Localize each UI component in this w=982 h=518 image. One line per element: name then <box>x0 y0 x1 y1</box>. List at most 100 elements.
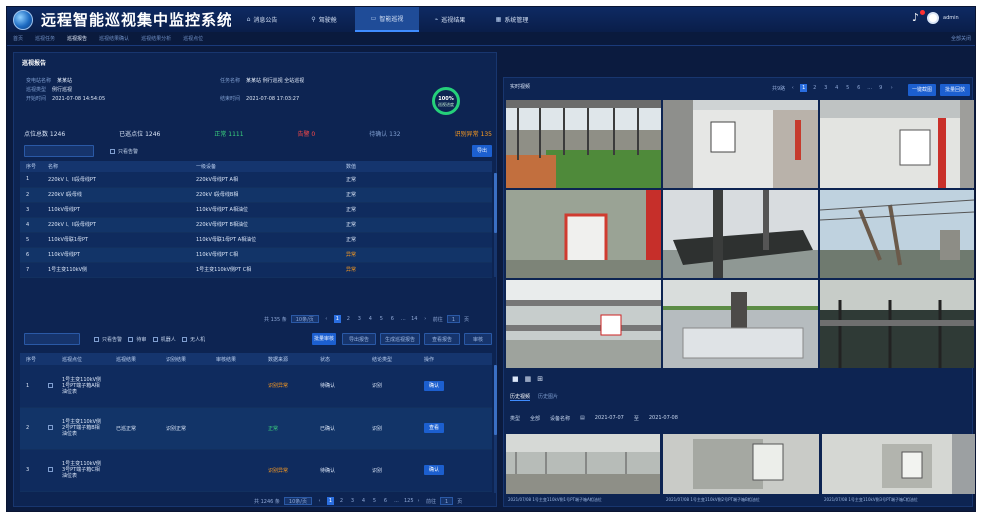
page-number[interactable]: 5 <box>378 315 385 323</box>
camera-feed-6[interactable] <box>820 190 974 278</box>
page-size-select[interactable]: 10条/页 <box>283 497 312 505</box>
tab-home[interactable]: 首页 <box>7 32 29 46</box>
scroll-thumb[interactable] <box>494 173 497 233</box>
view-report-button[interactable]: 查看报告 <box>424 333 460 345</box>
page-number[interactable]: 4 <box>360 497 367 505</box>
jump-input[interactable]: 1 <box>439 497 454 505</box>
checkbox[interactable] <box>48 467 53 472</box>
row-checkbox[interactable] <box>42 365 56 408</box>
nav-item-cockpit[interactable]: ⚲ 驾驶舱 <box>293 7 355 32</box>
checkbox[interactable] <box>128 337 134 342</box>
grid-1-icon[interactable]: ■ <box>512 375 519 383</box>
tab-history-image[interactable]: 历史图片 <box>538 393 558 401</box>
next-page[interactable]: › <box>415 497 422 505</box>
table-row[interactable]: 1 1号主变110kV侧1号PT端子箱A相油位表 识别异常 待确认 识别 确认 <box>20 365 492 408</box>
filter-tab[interactable] <box>24 145 94 157</box>
camera-feed-7[interactable] <box>506 280 661 368</box>
page-number[interactable]: 1 <box>326 497 334 505</box>
checkbox[interactable] <box>94 337 99 342</box>
checkbox[interactable] <box>152 337 158 342</box>
page-number[interactable]: 5 <box>844 84 851 92</box>
bell-icon[interactable]: ♪ <box>912 10 925 24</box>
checkbox[interactable] <box>48 425 53 430</box>
nav-item-announcements[interactable]: ⌂ 消息公告 <box>231 7 293 32</box>
camera-feed-2[interactable] <box>663 100 818 188</box>
page-number[interactable]: 1 <box>333 315 341 323</box>
camera-feed-3[interactable] <box>820 100 974 188</box>
confirm-button[interactable]: 确认 <box>424 380 444 391</box>
table-row[interactable]: 6 110kV母线PT 110kV母线PT C相 异常 <box>20 247 492 263</box>
device-label[interactable]: 设备名称 <box>550 415 570 422</box>
calendar-icon[interactable]: ▤ <box>580 415 585 422</box>
export-button[interactable]: 导出 <box>472 145 492 157</box>
jump-input[interactable]: 1 <box>446 315 460 323</box>
page-number[interactable]: 3 <box>356 315 363 323</box>
grid-4-icon[interactable]: ▦ <box>525 375 532 383</box>
scroll-thumb[interactable] <box>494 365 497 435</box>
prev-page[interactable]: ‹ <box>323 315 330 323</box>
prev-page[interactable]: ‹ <box>789 84 796 92</box>
batch-review-button[interactable]: 批量审核 <box>312 333 336 345</box>
date-end[interactable]: 2021-07-08 <box>649 415 678 422</box>
grid-9-icon[interactable]: ⊞ <box>537 375 543 383</box>
page-number[interactable]: 3 <box>822 84 829 92</box>
tab-history-video[interactable]: 历史视频 <box>510 393 531 401</box>
checkbox[interactable] <box>182 337 188 342</box>
table-scrollbar[interactable] <box>494 173 497 277</box>
table-row[interactable]: 7 1号主变110kV侧 1号主变110kV侧PT C相 异常 <box>20 262 492 278</box>
confirm-button[interactable]: 确认 <box>424 465 444 475</box>
table-row[interactable]: 3 110kV母线PT 110kV母线PT A相油位 正常 <box>20 202 492 218</box>
page-number[interactable]: 6 <box>855 84 862 92</box>
playback-button[interactable]: 批量回放 <box>940 84 970 96</box>
table-row[interactable]: 2 220kV I段母线 220kV I段母线B相 正常 <box>20 187 492 203</box>
tab-confirm[interactable]: 巡视结果确认 <box>93 32 135 46</box>
table-row[interactable]: 5 110kV母联1母PT 110kV母联1母PT A相油位 正常 <box>20 232 492 248</box>
table2-scrollbar[interactable] <box>494 365 497 493</box>
view-button[interactable]: 查看 <box>424 423 444 433</box>
row-checkbox[interactable] <box>42 449 56 492</box>
page-number[interactable]: 14 <box>411 315 418 323</box>
camera-feed-4[interactable] <box>506 190 661 278</box>
tab-points[interactable]: 巡视点位 <box>177 32 209 46</box>
camera-feed-8[interactable] <box>663 280 818 368</box>
row-checkbox[interactable] <box>42 407 56 450</box>
date-start[interactable]: 2021-07-07 <box>595 415 624 422</box>
history-thumb-1[interactable] <box>506 434 660 494</box>
generate-report-button[interactable]: 生成巡视报告 <box>380 333 420 345</box>
page-number[interactable]: 6 <box>389 315 396 323</box>
close-all-tabs[interactable]: 全部关闭 <box>951 32 971 46</box>
page-number[interactable]: 5 <box>371 497 378 505</box>
page-number[interactable]: 2 <box>338 497 345 505</box>
username[interactable]: admin <box>943 15 969 21</box>
page-number[interactable]: 4 <box>367 315 374 323</box>
export-report-button[interactable]: 导出报告 <box>342 333 376 345</box>
page-number[interactable]: 4 <box>833 84 840 92</box>
history-thumb-3[interactable] <box>822 434 975 494</box>
next-page[interactable]: › <box>422 315 429 323</box>
avatar[interactable] <box>927 11 939 24</box>
table-row[interactable]: 3 1号主变110kV侧3号PT端子箱C相油位表 识别异常 待确认 识别 确认 <box>20 449 492 492</box>
page-number[interactable]: 1 <box>800 84 808 92</box>
page-number[interactable]: 6 <box>382 497 389 505</box>
next-page[interactable]: › <box>888 84 895 92</box>
camera-feed-5[interactable] <box>663 190 818 278</box>
alarm-only-filter[interactable]: 只看告警 <box>110 148 138 155</box>
filter-label[interactable]: 无人机 <box>190 337 205 343</box>
checkbox[interactable] <box>48 382 53 388</box>
page-number[interactable]: 125 <box>404 497 414 505</box>
type-select[interactable]: 全部 <box>530 415 540 422</box>
tab-report[interactable]: 巡视报告 <box>61 32 93 46</box>
filter-label[interactable]: 机器人 <box>161 337 176 343</box>
page-number[interactable]: 2 <box>345 315 352 323</box>
prev-page[interactable]: ‹ <box>316 497 323 505</box>
table-row[interactable]: 1 220kV I、II段母线PT 220kV母线PT A相 正常 <box>20 172 492 188</box>
filter-label[interactable]: 待审 <box>136 337 146 343</box>
page-size-select[interactable]: 10条/页 <box>290 315 319 323</box>
camera-feed-9[interactable] <box>820 280 974 368</box>
table-row[interactable]: 2 1号主变110kV侧2号PT端子箱B相油位表 已巡正常 识别正常 正常 已确… <box>20 407 492 450</box>
page-number[interactable]: 9 <box>877 84 884 92</box>
filter-tab-2[interactable] <box>24 333 80 345</box>
nav-item-system[interactable]: ▦ 系统管理 <box>481 7 543 32</box>
tab-analysis[interactable]: 巡视结果分析 <box>135 32 177 46</box>
checkbox[interactable] <box>110 149 115 154</box>
